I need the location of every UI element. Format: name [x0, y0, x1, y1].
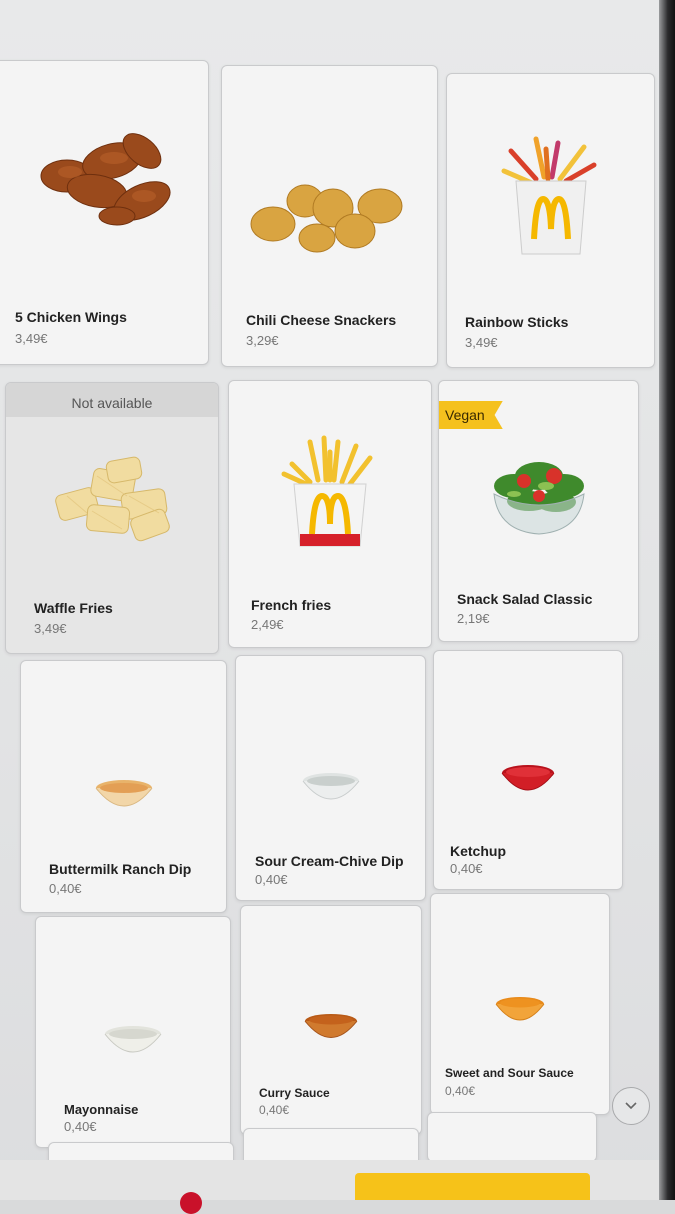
cheese-snackers-image [222, 156, 437, 266]
product-card-mayonnaise[interactable]: Mayonnaise 0,40€ [35, 916, 231, 1148]
product-name: Chili Cheese Snackers [246, 312, 397, 328]
product-card-sweet-and-sour-sauce[interactable]: Sweet and Sour Sauce 0,40€ [430, 893, 610, 1115]
vegan-badge: Vegan [439, 401, 503, 429]
product-name: Rainbow Sticks [465, 314, 569, 330]
product-card-chili-cheese-snackers[interactable]: Chili Cheese Snackers 3,29€ [221, 65, 438, 367]
ketchup-image [434, 756, 622, 806]
product-price: 0,40€ [255, 872, 288, 887]
product-price: 0,40€ [64, 1119, 97, 1134]
chevron-down-icon [625, 1102, 637, 1110]
salad-image [439, 441, 638, 551]
sour-cream-dip-image [236, 764, 425, 814]
checkout-button[interactable] [355, 1173, 590, 1200]
product-name: Sweet and Sour Sauce [445, 1066, 574, 1080]
product-card-french-fries[interactable]: French fries 2,49€ [228, 380, 432, 648]
product-name: Waffle Fries [34, 600, 113, 616]
product-card-waffle-fries[interactable]: Not available Waffle Fries 3,49€ [5, 382, 219, 654]
product-card-sour-cream-chive-dip[interactable]: Sour Cream-Chive Dip 0,40€ [235, 655, 426, 901]
rainbow-sticks-image [447, 124, 654, 264]
product-price: 3,49€ [15, 331, 48, 346]
product-name: Curry Sauce [259, 1086, 330, 1100]
product-price: 0,40€ [450, 861, 483, 876]
product-name: Snack Salad Classic [457, 591, 593, 607]
product-name: French fries [251, 597, 332, 613]
menu-screen: 5 Chicken Wings 3,49€ Chili Cheese Snack… [0, 0, 660, 1214]
chicken-wings-image [0, 106, 208, 246]
product-price: 2,19€ [457, 611, 490, 626]
ranch-dip-image [21, 771, 226, 821]
screen-bezel [659, 0, 675, 1200]
product-price: 0,40€ [445, 1084, 476, 1098]
product-card-ketchup[interactable]: Ketchup 0,40€ [433, 650, 623, 890]
waffle-fries-image [6, 448, 218, 548]
product-price: 0,40€ [259, 1103, 290, 1117]
product-card-snack-salad-classic[interactable]: Vegan Snack Salad Classic 2,19€ [438, 380, 639, 642]
product-name: Buttermilk Ranch Dip [49, 861, 192, 877]
mayonnaise-image [36, 1017, 230, 1067]
french-fries-image [229, 431, 431, 551]
product-name: 5 Chicken Wings [15, 309, 127, 325]
product-card-rainbow-sticks[interactable]: Rainbow Sticks 3,49€ [446, 73, 655, 368]
product-name: Ketchup [450, 843, 506, 859]
product-card-curry-sauce[interactable]: Curry Sauce 0,40€ [240, 905, 422, 1135]
product-price: 3,29€ [246, 333, 279, 348]
product-price: 2,49€ [251, 617, 284, 632]
product-price: 3,49€ [34, 621, 67, 636]
product-card-chicken-wings[interactable]: 5 Chicken Wings 3,49€ [0, 60, 209, 365]
product-card-partial[interactable] [427, 1112, 597, 1162]
scroll-down-button[interactable] [612, 1087, 650, 1125]
product-name: Sour Cream-Chive Dip [255, 853, 404, 869]
product-price: 0,40€ [49, 881, 82, 896]
product-price: 3,49€ [465, 335, 498, 350]
product-name: Mayonnaise [64, 1102, 139, 1117]
product-card-buttermilk-ranch-dip[interactable]: Buttermilk Ranch Dip 0,40€ [20, 660, 227, 913]
sweet-sour-sauce-image [431, 989, 609, 1034]
cart-badge [180, 1192, 202, 1214]
not-available-label: Not available [6, 383, 218, 417]
curry-sauce-image [241, 1006, 421, 1051]
